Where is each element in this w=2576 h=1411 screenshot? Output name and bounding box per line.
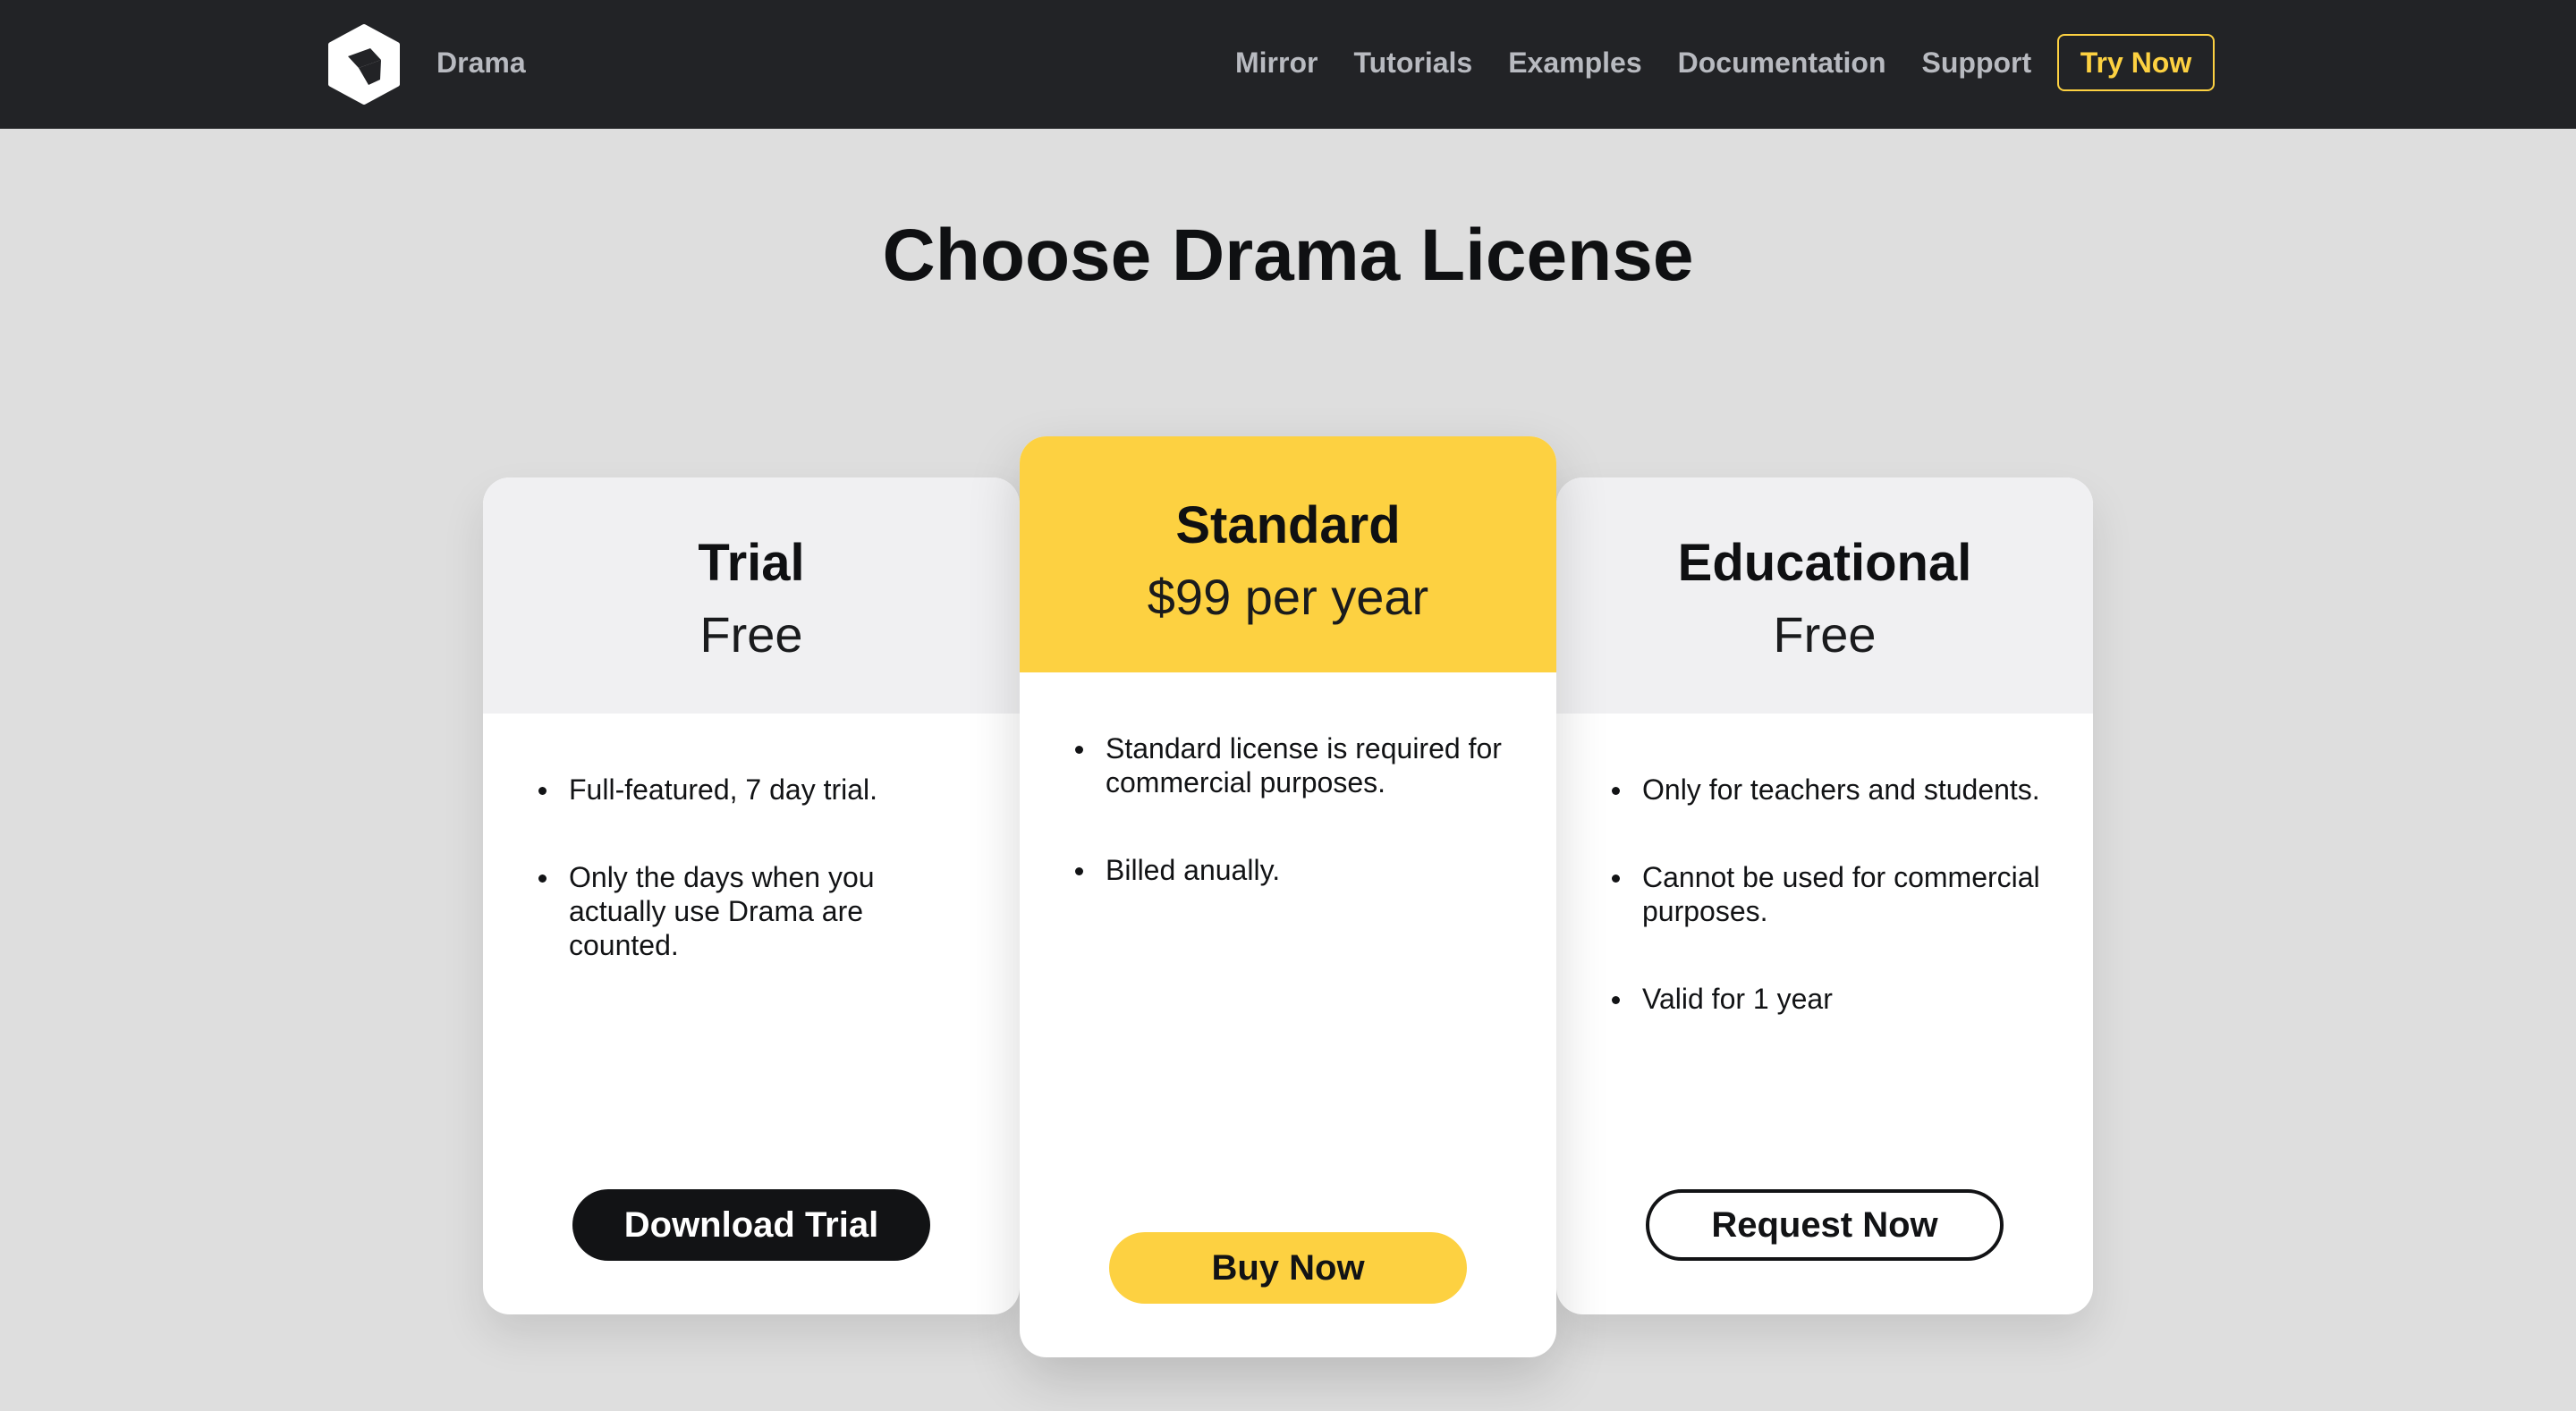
feature-item: Billed anually. [1075, 853, 1504, 887]
top-navbar: Drama Mirror Tutorials Examples Document… [0, 0, 2576, 129]
feature-item: Only the days when you actually use Dram… [538, 860, 968, 962]
plan-name: Trial [698, 534, 805, 592]
nav-item-documentation[interactable]: Documentation [1678, 45, 1886, 80]
nav-item-examples[interactable]: Examples [1508, 45, 1641, 80]
feature-list: Standard license is required for commerc… [1075, 731, 1504, 941]
feature-item: Cannot be used for commercial purposes. [1612, 860, 2041, 928]
nav-item-mirror[interactable]: Mirror [1235, 45, 1318, 80]
feature-list: Only for teachers and students. Cannot b… [1612, 773, 2041, 1069]
feature-item: Only for teachers and students. [1612, 773, 2041, 807]
buy-now-button[interactable]: Buy Now [1109, 1232, 1467, 1304]
try-now-button[interactable]: Try Now [2057, 34, 2215, 91]
plan-card-trial: Trial Free Full-featured, 7 day trial. O… [483, 477, 1020, 1314]
plan-price: Free [699, 606, 803, 663]
feature-list: Full-featured, 7 day trial. Only the day… [538, 773, 968, 1016]
brand-name[interactable]: Drama [436, 45, 526, 80]
request-now-button[interactable]: Request Now [1646, 1189, 2004, 1261]
plan-card-header: Standard $99 per year [1020, 436, 1556, 672]
feature-item: Valid for 1 year [1612, 982, 2041, 1016]
page-title: Choose Drama License [882, 215, 1694, 296]
plan-card-standard: Standard $99 per year Standard license i… [1020, 436, 1556, 1357]
nav-item-tutorials[interactable]: Tutorials [1353, 45, 1472, 80]
plan-card-header: Educational Free [1556, 477, 2093, 714]
nav-item-support[interactable]: Support [1922, 45, 2032, 80]
cube-icon[interactable] [327, 23, 401, 106]
plan-name: Standard [1175, 496, 1401, 554]
plan-price: $99 per year [1147, 569, 1429, 625]
plan-card-educational: Educational Free Only for teachers and s… [1556, 477, 2093, 1314]
plan-card-header: Trial Free [483, 477, 1020, 714]
download-trial-button[interactable]: Download Trial [572, 1189, 930, 1261]
plan-name: Educational [1677, 534, 1972, 592]
plan-price: Free [1773, 606, 1877, 663]
main-nav: Mirror Tutorials Examples Documentation … [1235, 45, 2031, 80]
feature-item: Standard license is required for commerc… [1075, 731, 1504, 799]
feature-item: Full-featured, 7 day trial. [538, 773, 968, 807]
